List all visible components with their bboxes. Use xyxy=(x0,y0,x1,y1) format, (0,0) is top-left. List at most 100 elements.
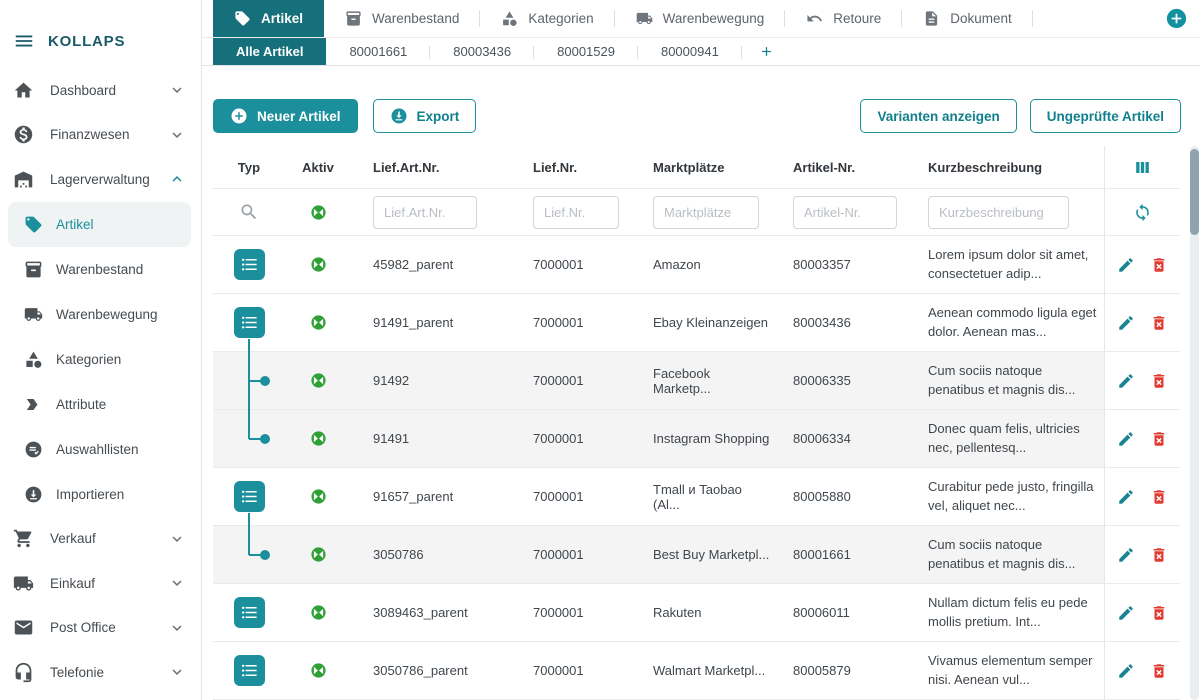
edit-icon[interactable] xyxy=(1117,604,1135,622)
edit-icon[interactable] xyxy=(1117,430,1135,448)
artikel-nr-value: 80003357 xyxy=(771,236,906,293)
sidebar-item-attribute[interactable]: Attribute xyxy=(8,382,191,427)
edit-icon[interactable] xyxy=(1117,488,1135,506)
edit-icon[interactable] xyxy=(1117,256,1135,274)
vertical-scrollbar[interactable] xyxy=(1190,146,1199,700)
sidebar-item-lagerverwaltung[interactable]: Lagerverwaltung xyxy=(0,157,201,202)
sidebar: KOLLAPS Dashboard Finanzwesen Lagerverwa… xyxy=(0,0,202,700)
sidebar-item-kategorien[interactable]: Kategorien xyxy=(8,337,191,382)
column-header-marktplaetze[interactable]: Marktplätze xyxy=(631,146,771,188)
chevron-down-icon xyxy=(168,126,186,144)
artikel-nr-value: 80001661 xyxy=(771,526,906,583)
list-icon xyxy=(240,661,259,680)
lief-nr-value: 7000001 xyxy=(511,294,631,351)
article-type-button[interactable] xyxy=(234,307,265,338)
module-tabbar: Artikel Warenbestand Kategorien Warenbew… xyxy=(202,0,1200,38)
edit-icon[interactable] xyxy=(1117,662,1135,680)
tab-kategorien[interactable]: Kategorien xyxy=(480,0,614,37)
article-type-button[interactable] xyxy=(234,481,265,512)
article-type-button[interactable] xyxy=(234,249,265,280)
unchecked-articles-button[interactable]: Ungeprüfte Artikel xyxy=(1030,99,1181,133)
active-filter-icon[interactable] xyxy=(310,204,327,221)
show-variants-button[interactable]: Varianten anzeigen xyxy=(860,99,1016,133)
delete-icon[interactable] xyxy=(1150,546,1168,564)
columns-icon[interactable] xyxy=(1133,158,1152,177)
delete-icon[interactable] xyxy=(1150,256,1168,274)
delete-icon[interactable] xyxy=(1150,430,1168,448)
delete-icon[interactable] xyxy=(1150,604,1168,622)
tab-warenbestand[interactable]: Warenbestand xyxy=(324,0,480,37)
lief-art-nr-value: 3089463_parent xyxy=(351,584,511,641)
table-filter-row xyxy=(213,189,1180,236)
chevron-down-icon xyxy=(168,663,186,681)
export-button[interactable]: Export xyxy=(373,99,477,133)
artikel-nr-value: 80006011 xyxy=(771,584,906,641)
main-area: Artikel Warenbestand Kategorien Warenbew… xyxy=(202,0,1200,700)
delete-icon[interactable] xyxy=(1150,488,1168,506)
sidebar-item-telefonie[interactable]: Telefonie xyxy=(0,650,201,695)
edit-icon[interactable] xyxy=(1117,372,1135,390)
sidebar-item-warenbestand[interactable]: Warenbestand xyxy=(8,247,191,292)
column-header-kurzbeschreibung[interactable]: Kurzbeschreibung xyxy=(906,146,1104,188)
tab-artikel[interactable]: Artikel xyxy=(213,0,324,37)
column-header-aktiv[interactable]: Aktiv xyxy=(285,146,351,188)
edit-icon[interactable] xyxy=(1117,546,1135,564)
hamburger-menu-icon[interactable] xyxy=(13,30,35,52)
filter-lief-art-nr-input[interactable] xyxy=(373,196,477,229)
article-type-button[interactable] xyxy=(234,655,265,686)
column-header-artikel-nr[interactable]: Artikel-Nr. xyxy=(771,146,906,188)
home-icon xyxy=(13,80,34,101)
search-icon[interactable] xyxy=(239,202,259,222)
kurzbeschreibung-value: Lorem ipsum dolor sit amet, consectetuer… xyxy=(906,236,1104,293)
truck-icon xyxy=(636,10,653,27)
sidebar-item-finanzwesen[interactable]: Finanzwesen xyxy=(0,113,201,158)
sidebar-item-verkauf[interactable]: Verkauf xyxy=(0,517,201,562)
column-header-lief-art-nr[interactable]: Lief.Art.Nr. xyxy=(351,146,511,188)
tree-connector-dot xyxy=(260,550,270,560)
column-header-lief-nr[interactable]: Lief.Nr. xyxy=(511,146,631,188)
article-type-button[interactable] xyxy=(234,597,265,628)
subtab-alle-artikel[interactable]: Alle Artikel xyxy=(213,38,326,65)
edit-icon[interactable] xyxy=(1117,314,1135,332)
column-settings-cell xyxy=(1104,146,1180,188)
lief-nr-value: 7000001 xyxy=(511,236,631,293)
lief-nr-value: 7000001 xyxy=(511,468,631,525)
sidebar-item-einkauf[interactable]: Einkauf xyxy=(0,561,201,606)
filter-lief-nr-input[interactable] xyxy=(533,196,619,229)
delete-icon[interactable] xyxy=(1150,662,1168,680)
kurzbeschreibung-value: Cum sociis natoque penatibus et magnis d… xyxy=(906,526,1104,583)
delete-icon[interactable] xyxy=(1150,314,1168,332)
subtab-80001661[interactable]: 80001661 xyxy=(326,38,430,65)
lief-art-nr-value: 3050786 xyxy=(351,526,511,583)
add-subtab-button[interactable] xyxy=(742,38,791,65)
filter-marktplaetze-input[interactable] xyxy=(653,196,759,229)
column-header-typ[interactable]: Typ xyxy=(213,146,285,188)
sidebar-item-post-office[interactable]: Post Office xyxy=(0,606,201,651)
plus-circle-icon xyxy=(230,107,248,125)
delete-icon[interactable] xyxy=(1150,372,1168,390)
warehouse-icon xyxy=(13,169,34,190)
subtab-80000941[interactable]: 80000941 xyxy=(638,38,742,65)
marktplatz-value: Ebay Kleinanzeigen xyxy=(631,294,771,351)
add-tab-icon[interactable] xyxy=(1166,8,1187,29)
list-icon xyxy=(240,487,259,506)
subtab-80003436[interactable]: 80003436 xyxy=(430,38,534,65)
selection-list-icon xyxy=(24,440,43,459)
lief-nr-value: 7000001 xyxy=(511,584,631,641)
filter-kurzbeschreibung-input[interactable] xyxy=(928,196,1069,229)
sidebar-item-dashboard[interactable]: Dashboard xyxy=(0,68,201,113)
artikel-nr-value: 80003436 xyxy=(771,294,906,351)
refresh-icon[interactable] xyxy=(1133,203,1152,222)
sidebar-item-auswahllisten[interactable]: Auswahllisten xyxy=(8,427,191,472)
tab-retoure[interactable]: Retoure xyxy=(785,0,902,37)
tag-icon xyxy=(24,215,43,234)
sidebar-item-importieren[interactable]: Importieren xyxy=(8,472,191,517)
new-article-button[interactable]: Neuer Artikel xyxy=(213,99,358,133)
sidebar-item-artikel[interactable]: Artikel xyxy=(8,202,191,247)
tab-warenbewegung[interactable]: Warenbewegung xyxy=(615,0,786,37)
tab-dokument[interactable]: Dokument xyxy=(902,0,1033,37)
sidebar-item-warenbewegung[interactable]: Warenbewegung xyxy=(8,292,191,337)
subtab-80001529[interactable]: 80001529 xyxy=(534,38,638,65)
scrollbar-thumb[interactable] xyxy=(1190,149,1199,235)
filter-artikel-nr-input[interactable] xyxy=(793,196,897,229)
